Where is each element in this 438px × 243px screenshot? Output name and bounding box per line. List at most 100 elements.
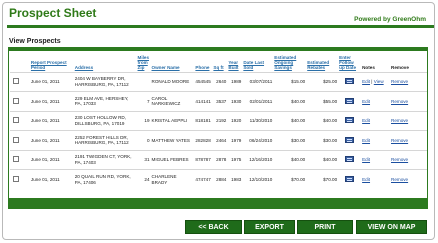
table-row: June 01, 2011 2404 W BAYBERRY DR, HARRIS…: [10, 71, 427, 92]
phone-cell: 454545: [194, 71, 213, 92]
edit-note-link[interactable]: Edit: [362, 99, 370, 104]
savings-cell: $30.00: [273, 130, 307, 151]
remove-link[interactable]: Remove: [391, 79, 408, 84]
sqft-cell: 2878: [212, 149, 228, 170]
year-built-column-header[interactable]: Year Built: [227, 54, 242, 72]
sqft-cell: 2884: [212, 169, 228, 190]
sqft-cell: 2640: [212, 71, 228, 92]
back-button[interactable]: << BACK: [185, 220, 242, 234]
address-cell: 230 LOST HOLLOW RD, DILLSBURG, PA, 17019: [73, 110, 137, 131]
address-cell: 2252 FOREST HILLS DR, HARRISBURG, PA, 17…: [73, 130, 137, 151]
row-select-checkbox[interactable]: [13, 97, 19, 104]
rebates-cell: $70.00: [306, 169, 339, 190]
savings-column-header[interactable]: Estimated Ongoing Savings: [273, 54, 306, 72]
last-sold-cell: 02/01/2011: [242, 91, 274, 112]
edit-note-link[interactable]: Edit: [362, 118, 370, 123]
remove-link[interactable]: Remove: [391, 177, 408, 182]
phone-cell: 282828: [194, 130, 213, 151]
view-note-link[interactable]: View: [374, 79, 384, 84]
rebates-column-header[interactable]: Estimated Rebates: [306, 54, 338, 72]
row-select-checkbox[interactable]: [13, 136, 19, 143]
remove-column-header: Remove: [391, 65, 409, 71]
sqft-column-header[interactable]: Sq ft: [212, 54, 227, 72]
address-column-header[interactable]: Address: [74, 54, 137, 72]
rebates-cell: $30.00: [306, 130, 339, 151]
print-button[interactable]: PRINT: [297, 220, 353, 234]
remove-link[interactable]: Remove: [391, 99, 408, 104]
owner-cell: RONALD MOORE: [150, 71, 195, 92]
year-built-cell: 1920: [227, 110, 243, 131]
sqft-cell: 3537: [212, 91, 228, 112]
edit-note-link[interactable]: Edit: [362, 79, 370, 84]
period-cell: June 01, 2011: [29, 149, 74, 170]
select-column-header: [10, 54, 30, 72]
calendar-icon[interactable]: [345, 97, 355, 104]
savings-cell: $70.00: [273, 169, 307, 190]
notes-column-header: Notes: [362, 65, 375, 71]
view-on-map-button[interactable]: VIEW ON MAP: [356, 220, 427, 234]
last-sold-cell: 06/24/2010: [242, 130, 274, 151]
miles-cell: 0: [136, 130, 151, 151]
period-cell: June 01, 2011: [29, 110, 74, 131]
row-select-checkbox[interactable]: [13, 78, 19, 85]
remove-link[interactable]: Remove: [391, 138, 408, 143]
savings-cell: $40.00: [273, 91, 307, 112]
address-cell: 2404 W BAYBERRY DR, HARRISBURG, PA, 1711…: [73, 71, 137, 92]
calendar-icon[interactable]: [345, 136, 355, 143]
miles-cell: 31: [136, 149, 151, 170]
period-cell: June 01, 2011: [29, 130, 74, 151]
table-header-row: Report Prospect Period Address Miles fro…: [10, 54, 427, 72]
followup-column-header[interactable]: Enter Follow up Date: [338, 54, 361, 72]
rebates-cell: $40.00: [306, 110, 339, 131]
savings-cell: $40.00: [273, 149, 307, 170]
remove-link[interactable]: Remove: [391, 157, 408, 162]
page-title: Prospect Sheet: [9, 6, 97, 20]
calendar-icon[interactable]: [345, 156, 355, 163]
table-row: June 01, 2011 2191 TWIGDEN CT, YORK, PA,…: [10, 149, 427, 170]
calendar-icon[interactable]: [345, 175, 355, 182]
year-built-cell: 1979: [227, 130, 243, 151]
owner-column-header[interactable]: Owner Name: [151, 54, 195, 72]
rebates-cell: $40.00: [306, 149, 339, 170]
period-cell: June 01, 2011: [29, 91, 74, 112]
address-cell: 20 QUAIL RUN RD, YORK, PA, 17406: [73, 169, 137, 190]
period-cell: June 01, 2011: [29, 169, 74, 190]
edit-note-link[interactable]: Edit: [362, 177, 370, 182]
period-column-header[interactable]: Report Prospect Period: [30, 54, 74, 72]
powered-by-label: Powered by GreenOhm: [354, 16, 426, 23]
owner-cell: CHARLENE BRADY: [150, 169, 195, 190]
owner-cell: MIGUEL FEBRES: [150, 149, 195, 170]
rebates-cell: $55.00: [306, 91, 339, 112]
row-select-checkbox[interactable]: [13, 117, 19, 124]
miles-cell: 19: [136, 110, 151, 131]
table-row: June 01, 2011 20 QUAIL RUN RD, YORK, PA,…: [10, 169, 427, 190]
edit-note-link[interactable]: Edit: [362, 138, 370, 143]
phone-cell: 878787: [194, 149, 213, 170]
table-footer-bar: [8, 199, 428, 209]
miles-cell: 24: [136, 169, 151, 190]
row-select-checkbox[interactable]: [13, 175, 19, 182]
calendar-icon[interactable]: [345, 78, 355, 85]
export-button[interactable]: EXPORT: [244, 220, 295, 234]
miles-cell: [136, 71, 151, 92]
row-select-checkbox[interactable]: [13, 156, 19, 163]
phone-column-header[interactable]: Phone: [194, 54, 212, 72]
owner-cell: KRISTAL AEPPLI: [150, 110, 195, 131]
table-row: June 01, 2011 230 LOST HOLLOW RD, DILLSB…: [10, 110, 427, 131]
period-cell: June 01, 2011: [29, 71, 74, 92]
year-built-cell: 1989: [227, 71, 243, 92]
last-sold-cell: 12/16/2010: [242, 149, 274, 170]
year-built-cell: 1983: [227, 169, 243, 190]
calendar-icon[interactable]: [345, 117, 355, 124]
address-cell: 229 ELM AVE, HERSHEY, PA, 17033: [73, 91, 137, 112]
savings-cell: $40.00: [273, 110, 307, 131]
remove-link[interactable]: Remove: [391, 118, 408, 123]
last-sold-cell: 12/10/2010: [242, 169, 274, 190]
edit-note-link[interactable]: Edit: [362, 157, 370, 162]
section-title: View Prospects: [9, 38, 61, 45]
miles-column-header[interactable]: Miles from Zip: [137, 54, 151, 72]
last-sold-column-header[interactable]: Date Last Sold: [242, 54, 273, 72]
address-cell: 2191 TWIGDEN CT, YORK, PA, 17403: [73, 149, 137, 170]
header-divider: [7, 25, 434, 28]
prospects-table: Report Prospect Period Address Miles fro…: [10, 54, 427, 190]
